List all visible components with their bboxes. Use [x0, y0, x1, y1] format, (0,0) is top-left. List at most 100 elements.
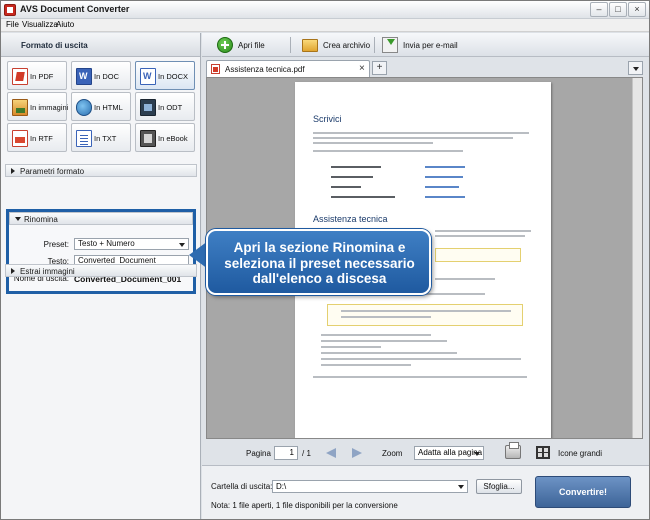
zoom-select[interactable]: Adatta alla pagina	[414, 446, 484, 460]
minimize-button[interactable]: –	[590, 2, 608, 17]
format-ebook-button[interactable]: In eBook	[135, 123, 195, 152]
text-line	[313, 137, 513, 139]
app-logo-icon	[4, 4, 16, 16]
create-archive-label: Crea archivio	[323, 41, 371, 50]
status-note: Nota: 1 file aperti, 1 file disponibili …	[211, 501, 398, 510]
left-panel: Formato di uscita In PDF In DOC In DOCX …	[1, 33, 201, 519]
open-file-button[interactable]: Apri file	[217, 37, 287, 53]
text-line	[331, 176, 373, 178]
tab-menu-button[interactable]	[628, 61, 643, 75]
format-odt-button[interactable]: In ODT	[135, 92, 195, 121]
section-format-params[interactable]: Parametri formato	[5, 164, 197, 177]
document-tabs: Assistenza tecnica.pdf × +	[202, 57, 649, 77]
text-line	[331, 166, 381, 168]
thumbnails-label[interactable]: Icone grandi	[558, 449, 602, 458]
page-number-input[interactable]: 1	[274, 446, 298, 460]
text-line	[321, 364, 411, 366]
section-label: Estrai immagini	[20, 267, 75, 276]
preview-heading: Scrivici	[313, 114, 342, 124]
text-line	[435, 278, 495, 280]
email-icon	[382, 37, 398, 53]
format-images-button[interactable]: In immagini	[7, 92, 68, 121]
convert-button[interactable]: Convertire!	[535, 476, 631, 508]
chevron-down-icon	[179, 243, 185, 247]
preset-value: Testo + Numero	[78, 239, 135, 248]
text-line	[313, 150, 463, 152]
folder-icon	[302, 39, 318, 52]
link-line	[425, 166, 465, 168]
format-label: In RTF	[30, 134, 53, 143]
format-doc-button[interactable]: In DOC	[71, 61, 131, 90]
menu-file[interactable]: File	[6, 20, 19, 29]
format-rtf-button[interactable]: In RTF	[7, 123, 67, 152]
send-email-label: Invia per e-mail	[403, 41, 458, 50]
link-line	[425, 186, 459, 188]
format-docx-button[interactable]: In DOCX	[135, 61, 195, 90]
tab-document[interactable]: Assistenza tecnica.pdf ×	[206, 60, 370, 77]
vertical-scrollbar[interactable]	[632, 78, 642, 438]
open-file-label: Apri file	[238, 41, 265, 50]
rtf-icon	[12, 130, 28, 147]
menu-bar: File Visualizza Aiuto	[1, 19, 649, 32]
output-folder-input[interactable]: D:\	[272, 480, 468, 493]
toolbar: Apri file Crea archivio Invia per e-mail	[202, 33, 649, 57]
send-email-button[interactable]: Invia per e-mail	[382, 37, 472, 53]
left-panel-header: Formato di uscita	[1, 33, 200, 57]
text-line	[321, 352, 457, 354]
text-line	[331, 196, 395, 198]
format-pdf-button[interactable]: In PDF	[7, 61, 67, 90]
menu-help[interactable]: Aiuto	[56, 20, 74, 29]
pdf-icon	[12, 68, 28, 85]
left-panel-title: Formato di uscita	[21, 41, 88, 50]
browse-button[interactable]: Sfoglia...	[476, 479, 522, 494]
output-folder-value: D:\	[276, 482, 287, 491]
pdf-icon	[211, 64, 220, 74]
text-line	[341, 316, 431, 318]
format-html-button[interactable]: In HTML	[71, 92, 131, 121]
section-label: Parametri formato	[20, 167, 85, 176]
menu-view[interactable]: Visualizza	[22, 20, 58, 29]
image-icon	[12, 99, 28, 116]
title-bar[interactable]: AVS Document Converter – □ ×	[1, 1, 649, 19]
output-folder-label: Cartella di uscita:	[211, 482, 273, 491]
expand-arrow-icon	[11, 168, 15, 174]
format-label: In ODT	[158, 103, 183, 112]
text-line	[313, 142, 433, 144]
close-button[interactable]: ×	[628, 2, 646, 17]
format-txt-button[interactable]: In TXT	[71, 123, 131, 152]
previous-page-icon[interactable]	[326, 448, 338, 458]
thumbnails-icon[interactable]	[536, 446, 550, 459]
zoom-label: Zoom	[382, 449, 403, 458]
chevron-down-icon	[474, 452, 480, 456]
format-label: In PDF	[30, 72, 54, 81]
section-label: Rinomina	[24, 215, 58, 224]
text-line	[435, 235, 525, 237]
toolbar-divider	[290, 37, 291, 53]
text-line	[321, 334, 431, 336]
create-archive-button[interactable]: Crea archivio	[302, 37, 382, 53]
section-rename[interactable]: Rinomina	[9, 212, 193, 225]
callout-text: Apri la sezione Rinomina e seleziona il …	[224, 240, 415, 286]
next-page-icon[interactable]	[352, 448, 364, 458]
preview-heading: Assistenza tecnica	[313, 214, 388, 224]
preset-label: Preset:	[43, 240, 69, 249]
preset-select[interactable]: Testo + Numero	[74, 238, 189, 250]
txt-icon	[76, 130, 92, 147]
text-line	[321, 346, 381, 348]
link-line	[425, 196, 465, 198]
close-tab-icon[interactable]: ×	[359, 63, 365, 74]
rename-section: Rinomina Preset: Testo + Numero Testo: C…	[6, 209, 196, 294]
ebook-icon	[140, 130, 156, 147]
new-tab-button[interactable]: +	[372, 61, 387, 75]
link-line	[425, 176, 463, 178]
maximize-button[interactable]: □	[609, 2, 627, 17]
note-box	[435, 248, 521, 262]
note-box	[327, 304, 523, 326]
zoom-value: Adatta alla pagina	[418, 448, 483, 457]
format-label: In DOC	[94, 72, 120, 81]
app-window: AVS Document Converter – □ × File Visual…	[0, 0, 650, 520]
print-icon[interactable]	[505, 442, 521, 459]
add-icon	[217, 37, 233, 53]
section-extract-images[interactable]: Estrai immagini	[5, 264, 197, 277]
odt-icon	[140, 99, 156, 116]
